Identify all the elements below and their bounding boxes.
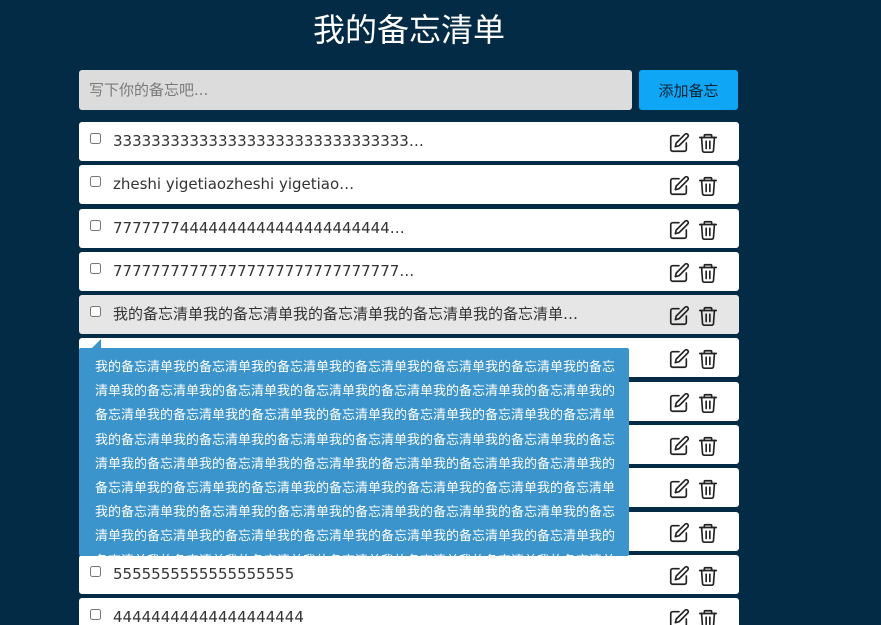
trash-icon[interactable] [697,348,719,370]
edit-icon[interactable] [668,175,690,197]
edit-icon[interactable] [668,219,690,241]
trash-icon[interactable] [697,262,719,284]
memo-checkbox[interactable] [90,176,101,188]
memo-input[interactable] [79,70,632,110]
trash-icon[interactable] [697,608,719,625]
trash-icon[interactable] [697,305,719,327]
list-item[interactable]: 3333333333333333333333333333333… [79,122,739,161]
memo-app: 我的备忘清单 添加备忘 3333333333333333333333333333… [0,0,881,625]
memo-checkbox[interactable] [90,609,101,621]
composer-row: 添加备忘 [79,70,738,110]
trash-icon[interactable] [697,175,719,197]
trash-icon[interactable] [697,435,719,457]
memo-checkbox[interactable] [90,262,101,274]
trash-icon[interactable] [697,219,719,241]
trash-icon[interactable] [697,478,719,500]
memo-text: 5555555555555555555 [113,564,295,583]
memo-text: 777777777777777777777777777777… [113,261,415,280]
list-item[interactable]: 我的备忘清单我的备忘清单我的备忘清单我的备忘清单我的备忘清单… [79,295,739,335]
trash-icon[interactable] [697,522,719,544]
memo-checkbox[interactable] [90,133,101,144]
edit-icon[interactable] [668,305,690,327]
edit-icon[interactable] [668,132,690,154]
memo-text: 77777774444444444444444444444… [113,218,405,237]
edit-icon[interactable] [668,392,690,414]
edit-icon[interactable] [668,565,690,587]
list-item[interactable]: 77777774444444444444444444444… [79,208,739,248]
list-item[interactable]: 777777777777777777777777777777… [79,251,739,291]
trash-icon[interactable] [697,132,719,154]
memo-tooltip: 我的备忘清单我的备忘清单我的备忘清单我的备忘清单我的备忘清单我的备忘清单我的备忘… [79,348,629,556]
memo-checkbox[interactable] [90,219,101,231]
edit-icon[interactable] [668,522,690,544]
add-memo-button[interactable]: 添加备忘 [639,70,738,110]
memo-checkbox[interactable] [90,565,101,577]
memo-text: zheshi yigetiaozheshi yigetiao… [113,175,355,194]
memo-text: 44444444444444444444 [113,608,304,625]
list-item[interactable]: 44444444444444444444 [79,598,739,625]
trash-icon[interactable] [697,392,719,414]
memo-text: 3333333333333333333333333333333… [113,132,424,150]
edit-icon[interactable] [668,262,690,284]
page-title: 我的备忘清单 [312,11,505,49]
list-item[interactable]: 5555555555555555555 [79,554,739,594]
edit-icon[interactable] [668,608,690,625]
edit-icon[interactable] [668,348,690,370]
edit-icon[interactable] [668,478,690,500]
edit-icon[interactable] [668,435,690,457]
trash-icon[interactable] [697,565,719,587]
list-item[interactable]: zheshi yigetiaozheshi yigetiao… [79,165,739,205]
memo-checkbox[interactable] [90,306,101,318]
memo-text: 我的备忘清单我的备忘清单我的备忘清单我的备忘清单我的备忘清单… [113,305,579,324]
